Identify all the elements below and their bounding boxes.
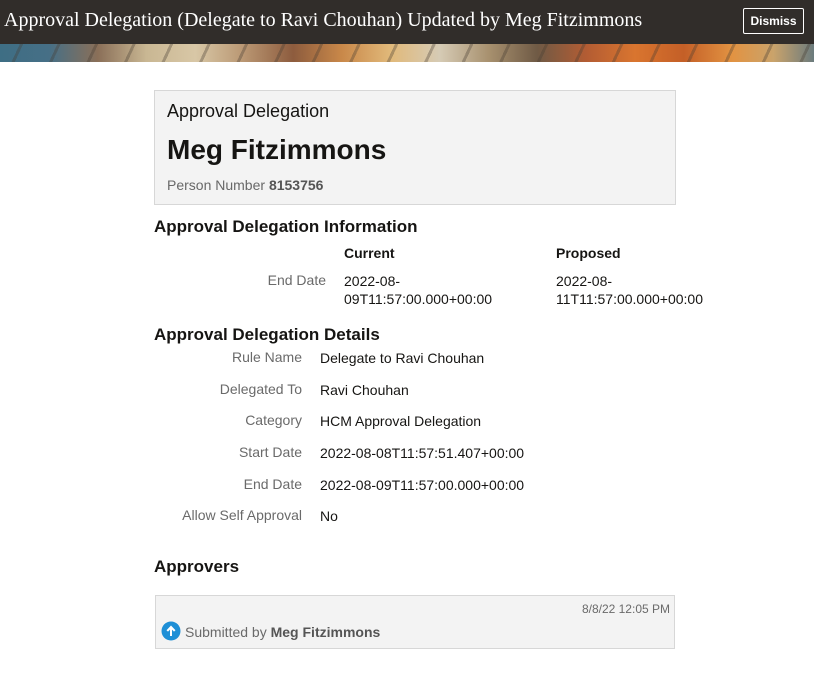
- header-bar: Approval Delegation (Delegate to Ravi Ch…: [0, 0, 814, 44]
- rule-name-value: Delegate to Ravi Chouhan: [320, 350, 485, 366]
- submitter-name: Meg Fitzimmons: [270, 624, 381, 640]
- approvers-section-title: Approvers: [154, 557, 240, 576]
- current-column-header: Current: [344, 245, 395, 261]
- delegated-to-value: Ravi Chouhan: [320, 382, 409, 398]
- person-number-value: 8153756: [268, 177, 324, 193]
- detail-label: End Date: [243, 476, 302, 492]
- current-end-date-value: 2022-08- 09T11:57:00.000+00:00: [344, 272, 492, 308]
- detail-label: Rule Name: [231, 349, 302, 365]
- info-end-date-label: End Date: [267, 272, 326, 288]
- person-name: Meg Fitzimmons: [167, 134, 387, 165]
- current-end-date-line1: 2022-08-: [344, 273, 401, 289]
- start-date-value: 2022-08-08T11:57:51.407+00:00: [320, 445, 525, 461]
- info-section-title: Approval Delegation Information: [154, 217, 418, 236]
- person-number-label: Person Number: [167, 177, 266, 193]
- approval-timestamp: 8/8/22 12:05 PM: [581, 602, 670, 616]
- end-date-value: 2022-08-09T11:57:00.000+00:00: [320, 477, 525, 493]
- detail-label: Start Date: [238, 444, 302, 460]
- decorative-banner: [0, 44, 814, 62]
- detail-label: Delegated To: [219, 381, 302, 397]
- proposed-end-date-line2: 11T11:57:00.000+00:00: [556, 291, 703, 307]
- approver-item: 8/8/22 12:05 PM Submitted by Meg Fitzimm…: [155, 595, 675, 649]
- proposed-end-date-line1: 2022-08-: [556, 273, 613, 289]
- proposed-column-header: Proposed: [556, 245, 621, 261]
- submitted-by-label: Submitted by: [185, 624, 267, 640]
- summary-card: Approval Delegation Meg Fitzimmons Perso…: [154, 90, 676, 205]
- person-number-row: Person Number 8153756: [167, 177, 323, 193]
- allow-self-approval-value: No: [320, 508, 338, 524]
- category-value: HCM Approval Delegation: [320, 413, 482, 429]
- dismiss-button[interactable]: Dismiss: [743, 8, 804, 34]
- details-section-title: Approval Delegation Details: [154, 325, 380, 344]
- page-title: Approval Delegation (Delegate to Ravi Ch…: [4, 9, 643, 31]
- up-arrow-circle-icon: [161, 621, 181, 641]
- detail-label: Allow Self Approval: [182, 507, 302, 523]
- detail-label: Category: [245, 412, 302, 428]
- proposed-end-date-value: 2022-08- 11T11:57:00.000+00:00: [556, 272, 703, 308]
- submitted-by-row: Submitted by Meg Fitzimmons: [185, 624, 380, 640]
- current-end-date-line2: 09T11:57:00.000+00:00: [344, 291, 493, 307]
- card-heading: Approval Delegation: [167, 101, 330, 121]
